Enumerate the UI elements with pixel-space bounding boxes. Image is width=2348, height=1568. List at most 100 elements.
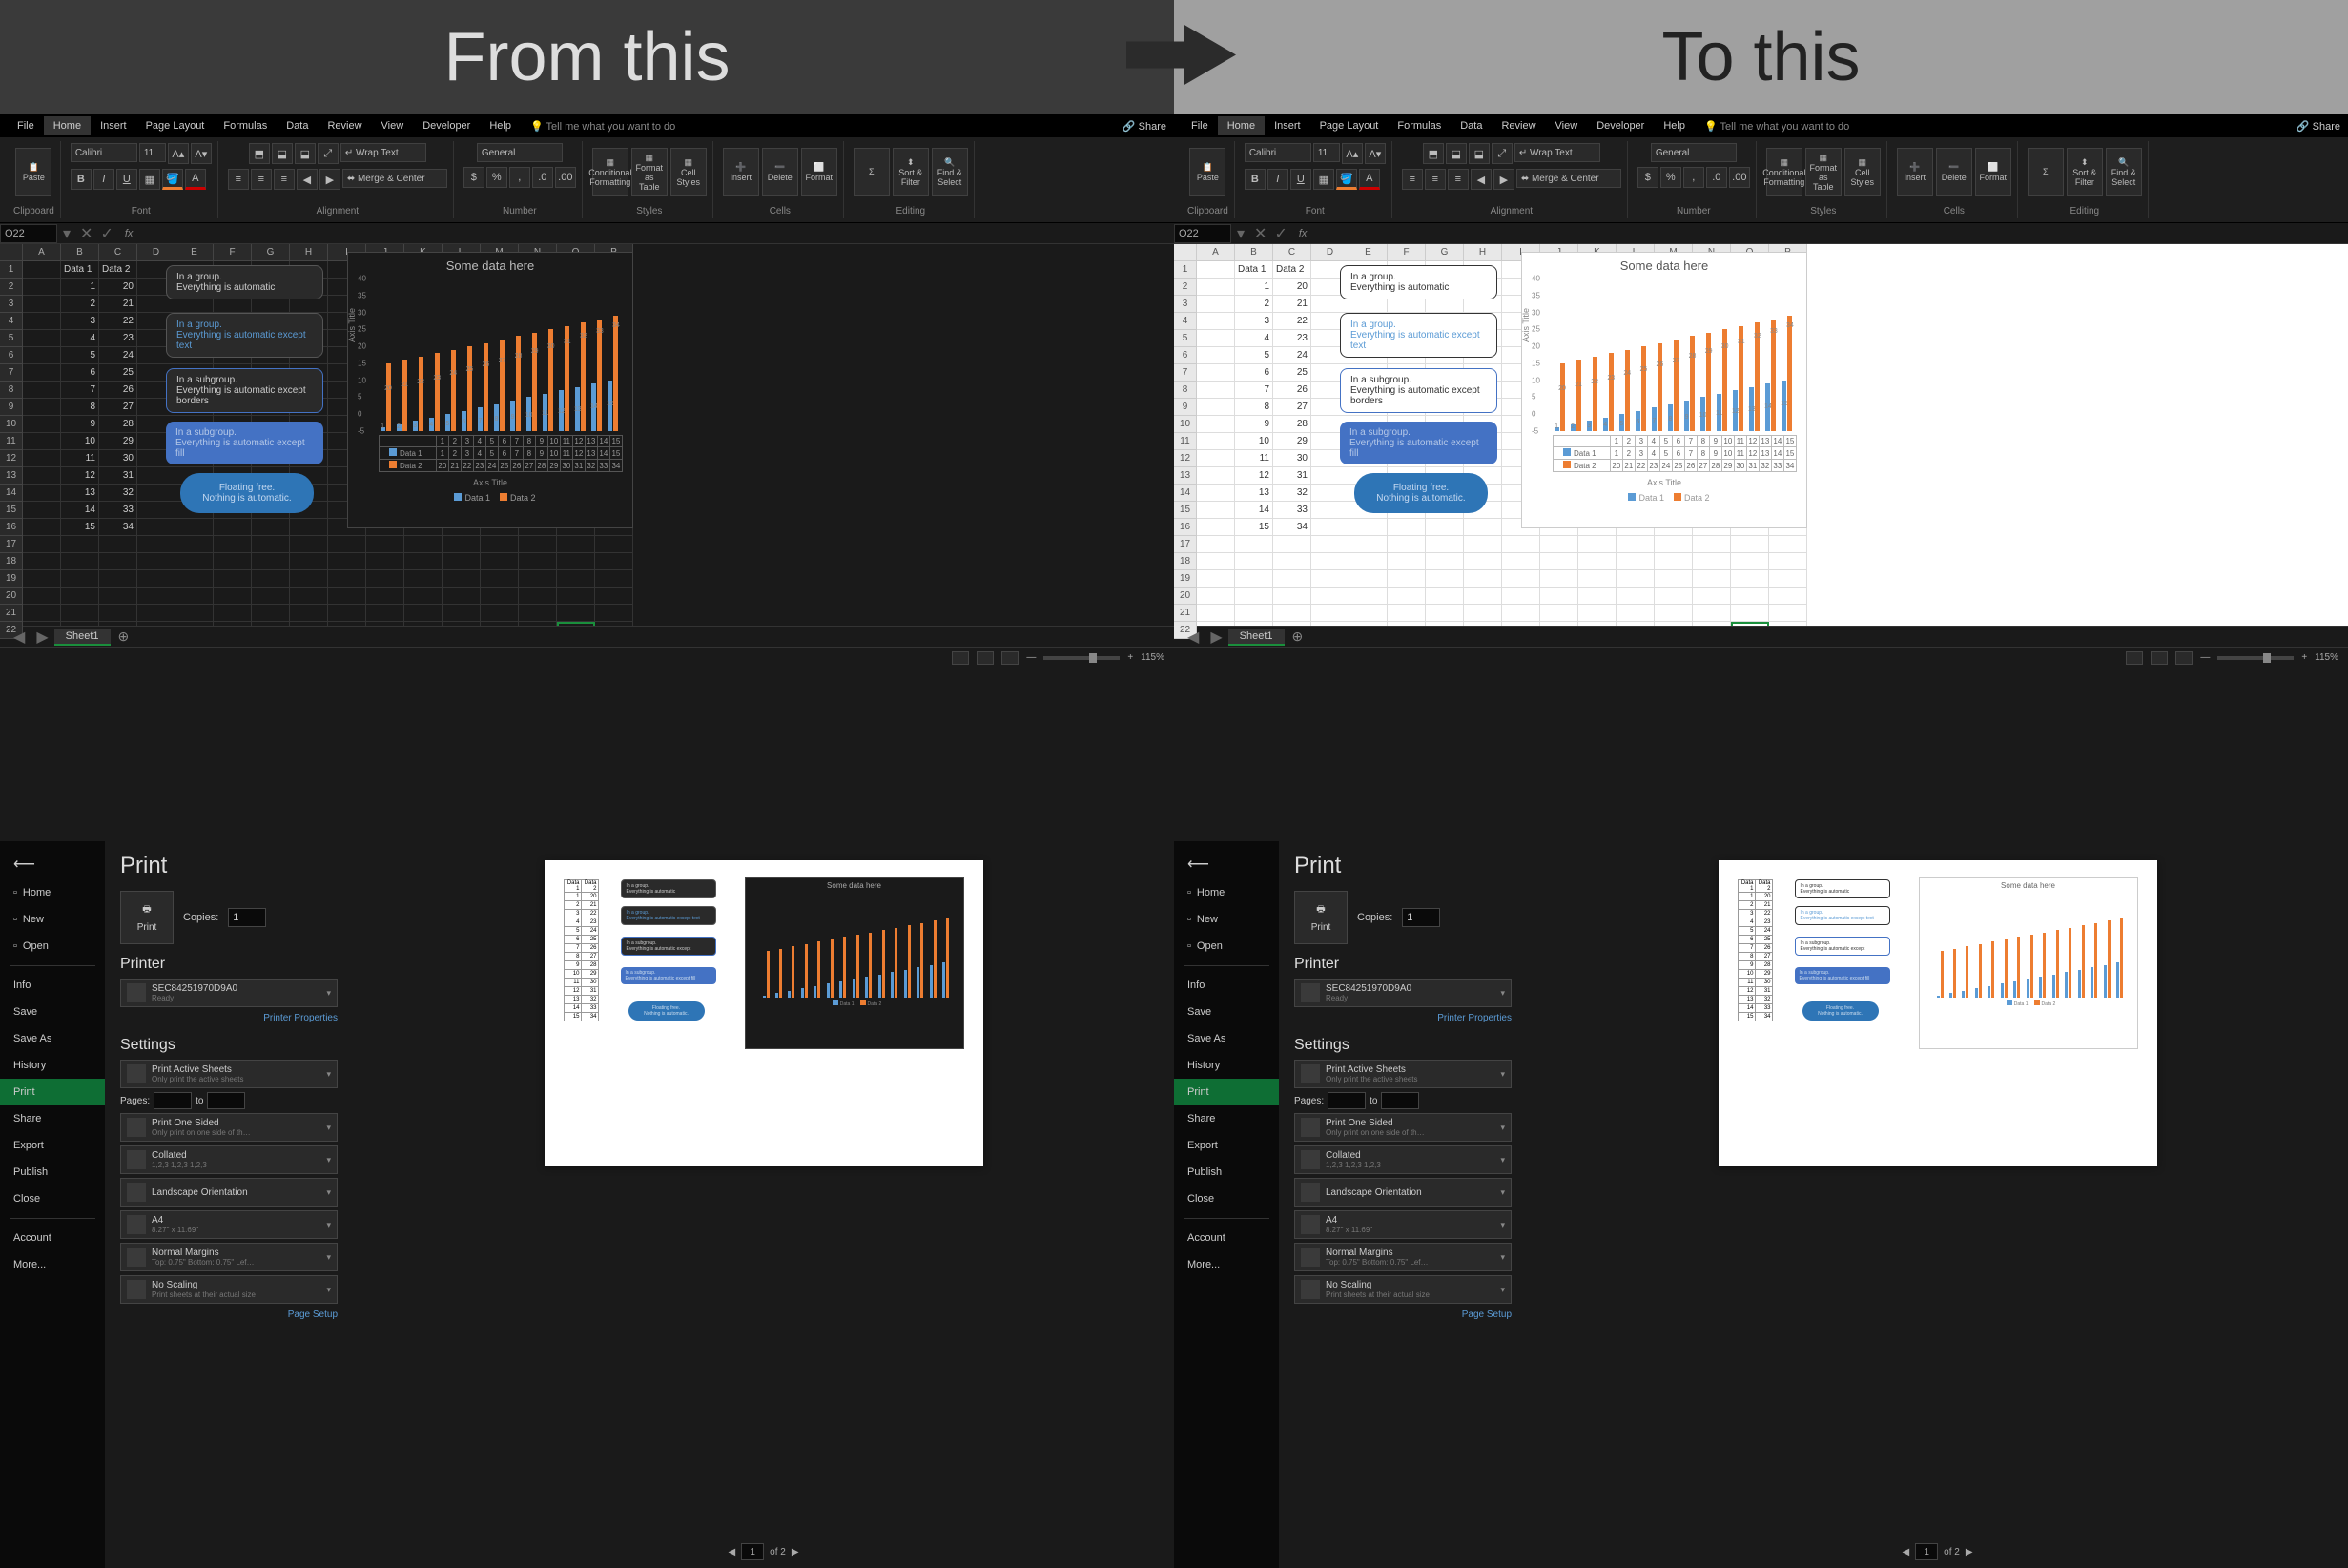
row-header[interactable]: 6 [1174, 347, 1197, 364]
row-header[interactable]: 9 [1174, 399, 1197, 416]
page-to-input[interactable] [207, 1092, 245, 1109]
fx-icon[interactable]: fx [117, 228, 141, 239]
fill-color-button[interactable]: 🪣 [162, 169, 183, 190]
row-header[interactable]: 7 [0, 364, 23, 382]
row-header[interactable]: 4 [0, 313, 23, 330]
print-button[interactable]: 🖶Print [120, 891, 174, 944]
insert-cells-button[interactable]: ➕Insert [1897, 148, 1933, 196]
fx-icon[interactable]: fx [1291, 228, 1315, 239]
paste-button[interactable]: 📋Paste [15, 148, 51, 196]
tab-page-layout[interactable]: Page Layout [136, 116, 215, 135]
font-color-button[interactable]: A [1359, 169, 1380, 190]
inc-decimal-icon[interactable]: .0 [532, 167, 553, 188]
tab-home[interactable]: Home [44, 116, 91, 135]
row-header[interactable]: 15 [1174, 502, 1197, 519]
currency-icon[interactable]: $ [463, 167, 484, 188]
font-size-select[interactable]: 11 [139, 143, 166, 162]
font-name-select[interactable]: Calibri [71, 143, 137, 162]
cell-styles-button[interactable]: ▦Cell Styles [1844, 148, 1881, 196]
tab-developer[interactable]: Developer [413, 116, 480, 135]
nav-info[interactable]: Info [0, 972, 105, 999]
insert-cells-button[interactable]: ➕Insert [723, 148, 759, 196]
row-header[interactable]: 6 [0, 347, 23, 364]
print-what-select[interactable]: Print Active SheetsOnly print the active… [120, 1060, 338, 1088]
printer-select[interactable]: SEC84251970D9A0Ready▾ [1294, 979, 1512, 1007]
row-header[interactable]: 18 [0, 553, 23, 570]
tab-developer[interactable]: Developer [1587, 116, 1654, 135]
zoom-level[interactable]: 115% [1141, 652, 1164, 663]
paper-size-select[interactable]: A48.27" x 11.69"▾ [1294, 1210, 1512, 1239]
row-header[interactable]: 9 [0, 399, 23, 416]
prev-page-button[interactable]: ◀ [728, 1547, 735, 1558]
col-header[interactable]: G [252, 244, 290, 261]
underline-button[interactable]: U [116, 169, 137, 190]
sheet-tab[interactable]: Sheet1 [54, 629, 111, 646]
row-header[interactable]: 18 [1174, 553, 1197, 570]
italic-button[interactable]: I [1267, 169, 1288, 190]
name-box[interactable]: O22 [1174, 224, 1231, 243]
row-header[interactable]: 16 [0, 519, 23, 536]
sheet-tab[interactable]: Sheet1 [1228, 629, 1285, 646]
sort-filter-button[interactable]: ⬍Sort & Filter [2067, 148, 2103, 196]
tab-home[interactable]: Home [1218, 116, 1265, 135]
nav-history[interactable]: History [0, 1052, 105, 1079]
scaling-select[interactable]: No ScalingPrint sheets at their actual s… [120, 1275, 338, 1304]
tab-insert[interactable]: Insert [91, 116, 136, 135]
margins-select[interactable]: Normal MarginsTop: 0.75" Bottom: 0.75" L… [120, 1243, 338, 1271]
tab-help[interactable]: Help [480, 116, 521, 135]
chart[interactable]: Some data hereAxis Title-505101520253035… [347, 252, 633, 528]
col-header[interactable]: H [290, 244, 328, 261]
row-header[interactable]: 21 [1174, 605, 1197, 622]
back-button[interactable]: ⟵ [1174, 849, 1279, 879]
nav-account[interactable]: Account [1174, 1225, 1279, 1251]
row-header[interactable]: 17 [1174, 536, 1197, 553]
border-button[interactable]: ▦ [139, 169, 160, 190]
collate-select[interactable]: Collated1,2,3 1,2,3 1,2,3▾ [1294, 1145, 1512, 1174]
row-header[interactable]: 16 [1174, 519, 1197, 536]
share-button[interactable]: 🔗 Share [1123, 120, 1166, 133]
align-center-icon[interactable]: ≡ [1425, 169, 1446, 190]
merge-center-button[interactable]: ⬌ Merge & Center [342, 169, 447, 188]
bold-button[interactable]: B [1245, 169, 1266, 190]
col-header[interactable]: E [1349, 244, 1388, 261]
decrease-font-icon[interactable]: A▾ [191, 143, 212, 164]
comma-icon[interactable]: , [509, 167, 530, 188]
row-header[interactable]: 19 [1174, 570, 1197, 588]
col-header[interactable]: C [99, 244, 137, 261]
conditional-formatting-button[interactable]: ▦Conditional Formatting [1766, 148, 1802, 196]
nav-share[interactable]: Share [1174, 1105, 1279, 1132]
current-page[interactable]: 1 [741, 1543, 764, 1560]
copies-input[interactable]: 1 [1402, 908, 1440, 927]
indent-dec-icon[interactable]: ◀ [297, 169, 318, 190]
nav-home[interactable]: ▫Home [0, 879, 105, 906]
row-header[interactable]: 3 [1174, 296, 1197, 313]
nav-info[interactable]: Info [1174, 972, 1279, 999]
tab-file[interactable]: File [1182, 116, 1218, 135]
next-page-button[interactable]: ▶ [1966, 1547, 1973, 1558]
col-header[interactable]: D [137, 244, 175, 261]
row-header[interactable]: 2 [0, 279, 23, 296]
nav-more[interactable]: More... [0, 1251, 105, 1278]
nav-more[interactable]: More... [1174, 1251, 1279, 1278]
conditional-formatting-button[interactable]: ▦Conditional Formatting [592, 148, 628, 196]
find-select-button[interactable]: 🔍Find & Select [932, 148, 968, 196]
sort-filter-button[interactable]: ⬍Sort & Filter [893, 148, 929, 196]
share-button[interactable]: 🔗 Share [2297, 120, 2340, 133]
row-header[interactable]: 12 [1174, 450, 1197, 467]
nav-print[interactable]: Print [0, 1079, 105, 1105]
row-header[interactable]: 3 [0, 296, 23, 313]
tab-insert[interactable]: Insert [1265, 116, 1310, 135]
row-header[interactable]: 11 [1174, 433, 1197, 450]
page-to-input[interactable] [1381, 1092, 1419, 1109]
row-header[interactable]: 10 [0, 416, 23, 433]
percent-icon[interactable]: % [1660, 167, 1681, 188]
tab-review[interactable]: Review [318, 116, 371, 135]
copies-input[interactable]: 1 [228, 908, 266, 927]
col-header[interactable]: A [23, 244, 61, 261]
indent-dec-icon[interactable]: ◀ [1471, 169, 1492, 190]
align-top-icon[interactable]: ⬒ [249, 143, 270, 164]
nav-open[interactable]: ▫Open [1174, 933, 1279, 959]
paste-button[interactable]: 📋Paste [1189, 148, 1225, 196]
row-header[interactable]: 14 [0, 485, 23, 502]
nav-export[interactable]: Export [1174, 1132, 1279, 1159]
